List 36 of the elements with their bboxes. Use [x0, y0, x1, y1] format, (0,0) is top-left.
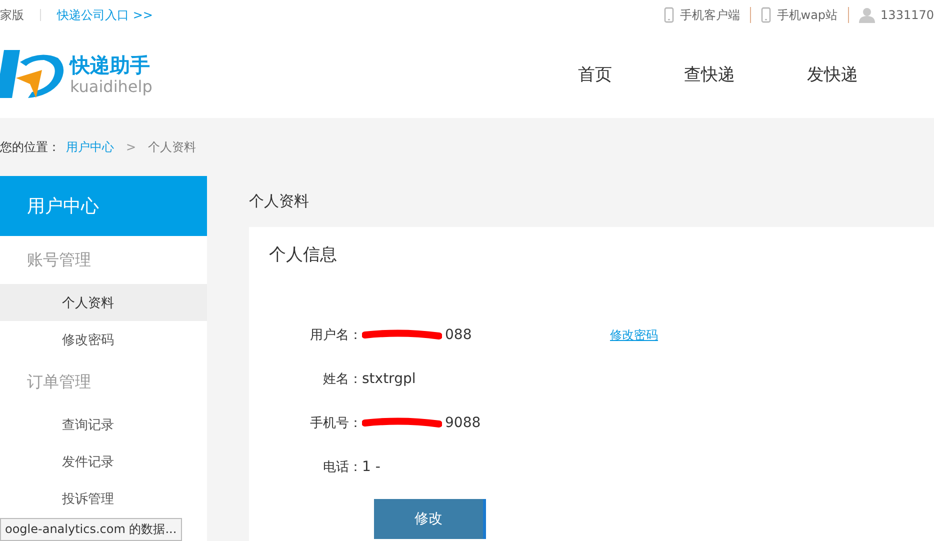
- nav-link[interactable]: 查快递: [684, 62, 735, 86]
- field-value: stxtrgpl: [362, 371, 416, 387]
- sidebar-item[interactable]: 查询记录: [0, 406, 207, 443]
- page-title: 个人资料: [249, 191, 310, 212]
- top-link[interactable]: 家版: [0, 9, 41, 21]
- sidebar-group-title: 订单管理: [26, 370, 92, 392]
- breadcrumb-label: 您的位置：: [0, 138, 60, 156]
- field-value: 9088: [445, 415, 481, 431]
- logo-icon: [0, 48, 66, 100]
- nav-link[interactable]: 首页: [578, 62, 612, 86]
- status-tooltip: oogle-analytics.com 的数据...: [0, 518, 182, 541]
- field-label: 手机号：: [309, 415, 362, 432]
- field-value: 1 -: [362, 459, 380, 475]
- top-link[interactable]: 手机客户端: [680, 9, 740, 21]
- phone-icon: [760, 7, 771, 23]
- user-icon: [858, 7, 875, 23]
- logo-subtitle: kuaidihelp: [70, 77, 152, 96]
- edit-button[interactable]: 修改: [374, 499, 486, 539]
- sidebar-item[interactable]: 修改密码: [0, 321, 207, 358]
- phone-icon: [664, 7, 674, 23]
- breadcrumb-current: 个人资料: [148, 138, 196, 156]
- field-label: 姓名：: [322, 371, 362, 388]
- sidebar-group-title: 账号管理: [26, 248, 92, 270]
- sidebar-title: 用户中心: [0, 176, 207, 236]
- top-link[interactable]: 1331170: [880, 9, 934, 21]
- field-label: 电话：: [322, 459, 362, 476]
- nav-link[interactable]: 发快递: [807, 62, 858, 86]
- field-value: 088: [445, 327, 472, 343]
- breadcrumb-separator: >: [126, 140, 136, 154]
- top-link[interactable]: 手机wap站: [776, 9, 838, 21]
- card-title: 个人信息: [269, 244, 338, 267]
- sidebar-item[interactable]: 投诉管理: [0, 480, 207, 517]
- field-label: 用户名：: [309, 327, 362, 344]
- sidebar-item[interactable]: 个人资料: [0, 284, 207, 321]
- logo-name: 快递助手: [70, 52, 151, 79]
- sidebar-item[interactable]: 发件记录: [0, 443, 207, 480]
